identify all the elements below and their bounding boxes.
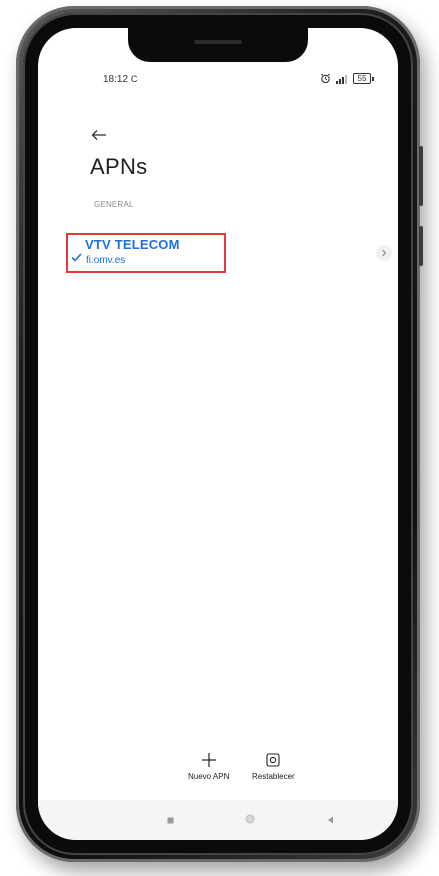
- square-icon: [167, 811, 174, 829]
- status-time: 18:12 C: [103, 74, 137, 85]
- stage: 18:12 C 55 APNs GENERAL VTV TELECOM fi.o…: [0, 0, 439, 876]
- arrow-left-icon: [91, 128, 107, 146]
- battery-icon: 55: [353, 73, 374, 84]
- bottom-actions: Nuevo APN Restablecer: [38, 750, 398, 800]
- circle-icon: [245, 811, 255, 829]
- battery-level: 55: [357, 74, 367, 83]
- new-apn-button[interactable]: Nuevo APN: [188, 750, 229, 781]
- reset-button[interactable]: Restablecer: [252, 750, 295, 781]
- chevron-right-icon: [381, 244, 387, 262]
- back-button[interactable]: [88, 126, 110, 148]
- apn-value: fi.omv.es: [86, 255, 126, 266]
- nav-back-button[interactable]: [322, 812, 338, 828]
- plus-icon: [199, 750, 219, 770]
- reset-label: Restablecer: [252, 772, 295, 781]
- apn-name: VTV TELECOM: [85, 237, 180, 252]
- status-bar: 18:12 C 55: [38, 72, 398, 90]
- notch: [128, 28, 308, 62]
- page-title: APNs: [90, 154, 148, 179]
- phone-screen: 18:12 C 55 APNs GENERAL VTV TELECOM fi.o…: [38, 28, 398, 840]
- section-header: GENERAL: [94, 200, 134, 209]
- home-button[interactable]: [242, 812, 258, 828]
- phone-frame: 18:12 C 55 APNs GENERAL VTV TELECOM fi.o…: [16, 6, 423, 862]
- checkmark-icon: [71, 249, 82, 267]
- earpiece-speaker: [194, 40, 242, 44]
- power-button: [419, 226, 423, 266]
- navigation-bar: [38, 800, 398, 840]
- signal-icon: [335, 74, 349, 84]
- apn-list-item[interactable]: VTV TELECOM fi.omv.es: [66, 233, 392, 289]
- status-time-text: 18:12: [103, 74, 129, 85]
- triangle-left-icon: [327, 811, 334, 829]
- apn-details-button[interactable]: [376, 245, 392, 261]
- sync-icon: C: [130, 74, 138, 84]
- new-apn-label: Nuevo APN: [188, 772, 230, 781]
- reset-icon: [263, 750, 283, 770]
- status-icons: 55: [320, 73, 374, 84]
- alarm-icon: [320, 73, 331, 84]
- volume-button: [419, 146, 423, 206]
- recents-button[interactable]: [162, 812, 178, 828]
